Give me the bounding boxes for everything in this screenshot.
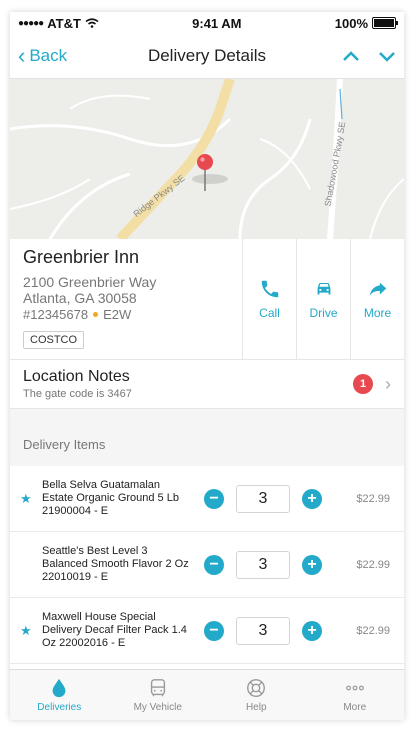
section-spacer xyxy=(10,409,404,429)
order-number: #12345678 xyxy=(23,307,89,322)
notes-count-badge: 1 xyxy=(353,374,373,394)
item-description: Bella Selva Guatamalan Estate Organic Gr… xyxy=(42,479,179,517)
call-label: Call xyxy=(259,306,280,320)
customer-tag: COSTCO xyxy=(23,331,85,349)
chevron-right-icon: › xyxy=(385,373,391,394)
drop-icon xyxy=(52,678,66,698)
decrement-button[interactable]: − xyxy=(204,488,224,509)
order-info: #12345678 E2W xyxy=(23,307,229,322)
call-button[interactable]: Call xyxy=(242,239,296,359)
tab-help[interactable]: Help xyxy=(207,670,306,720)
location-notes-row[interactable]: Location Notes The gate code is 3467 1 › xyxy=(10,360,404,409)
tab-label: Deliveries xyxy=(37,702,82,713)
chevron-down-icon xyxy=(379,51,395,62)
tab-my-vehicle[interactable]: My Vehicle xyxy=(109,670,208,720)
list-item[interactable]: ★ Maxwell House Special Delivery Decaf F… xyxy=(10,598,404,664)
chevron-up-icon xyxy=(343,50,359,61)
item-description: Maxwell House Special Delivery Decaf Fil… xyxy=(42,611,187,649)
item-price: $22.99 xyxy=(356,558,390,571)
route-dot-icon xyxy=(93,312,99,317)
battery-percent: 100% xyxy=(334,15,368,31)
item-price: $22.99 xyxy=(356,624,390,637)
nav-bar: ‹ Back Delivery Details xyxy=(10,34,404,79)
quantity-stepper: − + xyxy=(204,550,322,579)
increment-button[interactable]: + xyxy=(302,488,322,509)
list-item[interactable]: Seattle's Best Level 3 Balanced Smooth F… xyxy=(10,532,404,598)
car-icon xyxy=(317,283,330,295)
star-icon: ★ xyxy=(20,622,32,638)
stop-summary: Greenbrier Inn 2100 Greenbrier Way Atlan… xyxy=(10,239,404,360)
address-line-2: Atlanta, GA 30058 xyxy=(23,290,137,306)
delivery-items-list: ★ Bella Selva Guatamalan Estate Organic … xyxy=(10,466,404,664)
star-icon: ★ xyxy=(20,490,32,506)
item-price: $22.99 xyxy=(356,492,390,505)
tab-label: More xyxy=(343,702,367,713)
tab-bar: Deliveries My Vehicle Help More xyxy=(10,669,404,720)
drive-label: Drive xyxy=(309,306,338,320)
back-label: Back xyxy=(29,46,68,65)
tab-deliveries[interactable]: Deliveries xyxy=(10,670,109,720)
drive-button[interactable]: Drive xyxy=(296,239,350,359)
item-description: Seattle's Best Level 3 Balanced Smooth F… xyxy=(42,545,189,583)
wifi-icon xyxy=(85,18,99,28)
increment-button[interactable]: + xyxy=(302,620,322,641)
battery-icon xyxy=(372,17,398,29)
phone-screen: ●●●●● AT&T 9:41 AM 100% ‹ Back Delivery … xyxy=(10,12,404,720)
clock: 9:41 AM xyxy=(192,15,242,31)
signal-icon: ●●●●● xyxy=(18,17,44,29)
increment-button[interactable]: + xyxy=(302,554,322,575)
carrier-label: AT&T xyxy=(47,15,81,31)
chevron-left-icon: ‹ xyxy=(18,43,26,68)
decrement-button[interactable]: − xyxy=(204,620,224,641)
delivery-items-header: Delivery Items xyxy=(10,429,404,466)
map-view[interactable]: Ridge Pkwy SE Shadowood Pkwy SE xyxy=(10,79,404,239)
more-actions-button[interactable]: More xyxy=(350,239,404,359)
quantity-stepper: − + xyxy=(204,484,322,513)
quantity-field[interactable] xyxy=(236,484,290,513)
quantity-field[interactable] xyxy=(236,550,290,579)
ellipsis-icon xyxy=(345,685,364,691)
status-bar: ●●●●● AT&T 9:41 AM 100% xyxy=(10,12,404,34)
back-button[interactable]: ‹ Back xyxy=(18,45,67,67)
previous-stop-button[interactable] xyxy=(342,45,360,68)
tab-label: Help xyxy=(245,702,267,713)
bus-icon xyxy=(150,679,165,697)
more-actions-label: More xyxy=(363,306,392,320)
tab-more[interactable]: More xyxy=(306,670,405,720)
stop-name: Greenbrier Inn xyxy=(23,247,140,267)
location-notes-text: The gate code is 3467 xyxy=(23,388,132,400)
action-buttons: Call Drive More xyxy=(242,239,404,359)
quantity-stepper: − + xyxy=(204,616,322,645)
route-code: E2W xyxy=(103,307,132,322)
decrement-button[interactable]: − xyxy=(204,554,224,575)
share-arrow-icon xyxy=(369,282,386,296)
address-line-1: 2100 Greenbrier Way xyxy=(23,274,157,290)
next-stop-button[interactable] xyxy=(378,45,396,68)
tab-label: My Vehicle xyxy=(133,702,182,713)
phone-icon xyxy=(261,280,278,298)
quantity-field[interactable] xyxy=(236,616,290,645)
location-notes-title: Location Notes xyxy=(23,368,130,385)
location-pin-icon xyxy=(197,154,213,191)
lifebuoy-icon xyxy=(247,679,266,697)
list-item[interactable]: ★ Bella Selva Guatamalan Estate Organic … xyxy=(10,466,404,532)
